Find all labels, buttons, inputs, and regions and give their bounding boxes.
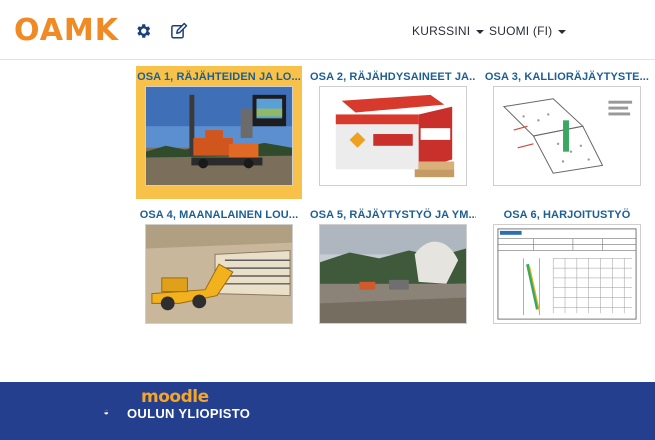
my-courses-label: KURSSINI — [412, 24, 471, 38]
my-courses-dropdown[interactable]: KURSSINI — [412, 24, 485, 38]
edit-icon[interactable] — [170, 22, 188, 40]
tile-title: OSA 3, KALLIORÄJÄYTYSTE... — [484, 71, 650, 83]
tile-title: OSA 6, HARJOITUSTYÖ — [503, 209, 631, 221]
language-label: SUOMI (FI) — [489, 24, 553, 38]
underground-loader-illustration — [145, 224, 293, 324]
course-section-tile-3[interactable]: OSA 3, KALLIORÄJÄYTYSTE... — [484, 66, 650, 199]
university-name: OULUN YLIOPISTO — [127, 406, 251, 421]
caret-down-icon — [558, 29, 567, 34]
tile-title: OSA 4, MAANALAINEN LOU... — [139, 209, 299, 221]
course-section-tile-4[interactable]: OSA 4, MAANALAINEN LOU... — [136, 204, 302, 337]
logo-text: OAMK — [14, 13, 120, 48]
tile-title: OSA 2, RÄJÄHDYSAINEET JA... — [310, 71, 476, 83]
tile-title: OSA 5, RÄJÄYTYSTYÖ JA YM... — [310, 209, 476, 221]
exercise-form-document — [493, 224, 641, 324]
moodle-logo: moodle — [141, 387, 209, 407]
caret-down-icon — [476, 29, 485, 34]
site-footer: moodle OULUN YLIOPISTO — [0, 382, 655, 440]
top-navbar: OAMK KURSSINI SUOMI (FI) — [0, 0, 655, 60]
gear-icon[interactable] — [134, 22, 152, 40]
course-section-tile-6[interactable]: OSA 6, HARJOITUSTYÖ — [484, 204, 650, 337]
course-section-tile-5[interactable]: OSA 5, RÄJÄYTYSTYÖ JA YM... — [310, 204, 476, 337]
language-dropdown[interactable]: SUOMI (FI) — [489, 24, 567, 38]
tile-title: OSA 1, RÄJÄHTEIDEN JA LO... — [137, 71, 301, 83]
rock-blasting-diagram — [493, 86, 641, 186]
blasting-site-photo — [319, 224, 467, 324]
course-section-tile-1[interactable]: OSA 1, RÄJÄHTEIDEN JA LO... — [136, 66, 302, 199]
course-section-tile-2[interactable]: OSA 2, RÄJÄHDYSAINEET JA... — [310, 66, 476, 199]
explosives-package-photo — [319, 86, 467, 186]
drilling-rig-photo — [145, 86, 293, 186]
oamk-logo[interactable]: OAMK — [14, 14, 119, 48]
